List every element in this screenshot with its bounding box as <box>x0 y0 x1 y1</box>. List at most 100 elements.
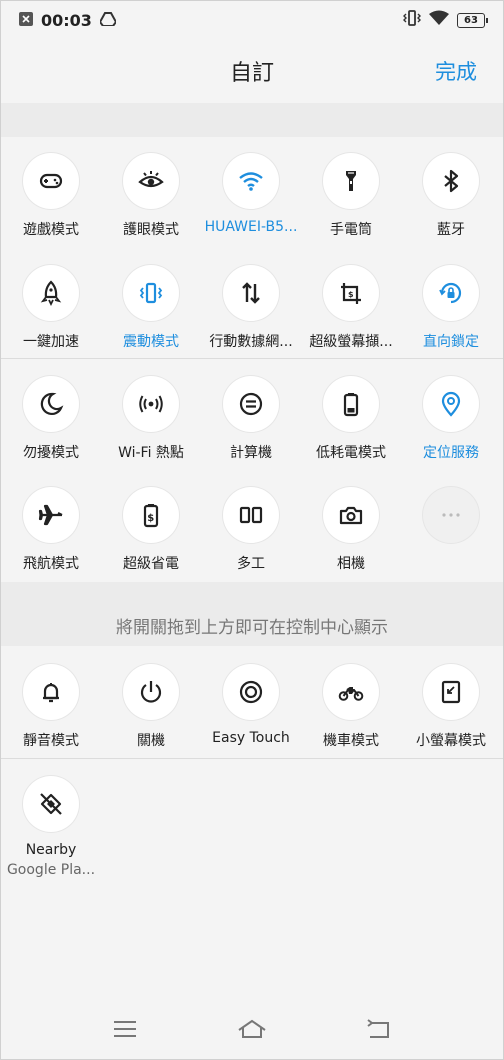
battery-status: 63 <box>457 12 488 28</box>
tile-multitask[interactable]: 多工 <box>201 487 301 573</box>
tile-location[interactable]: 定位服務 <box>401 376 501 462</box>
tile-super-saver[interactable]: $ 超級省電 <box>101 487 201 573</box>
tile-eye[interactable]: 護眼模式 <box>101 153 201 239</box>
page-title: 自訂 <box>229 61 274 86</box>
vibrate-icon <box>139 282 163 304</box>
section-divider <box>1 758 503 759</box>
super-battery-icon: $ <box>143 504 159 528</box>
tile-label: 小螢幕模式 <box>416 733 486 749</box>
back-button[interactable] <box>364 1017 394 1045</box>
eye-icon <box>138 171 164 188</box>
tile-camera[interactable]: 相機 <box>301 487 401 573</box>
nearby-icon <box>40 793 62 815</box>
available-row-1: 靜音模式 關機 Easy Touch 機車模式 小螢幕模式 <box>1 664 503 750</box>
navigation-bar <box>1 1003 503 1059</box>
bluetooth-icon <box>444 169 459 193</box>
more-dots-icon <box>442 513 460 517</box>
location-icon <box>441 391 461 417</box>
rocket-icon <box>40 280 62 306</box>
gamepad-icon <box>39 173 63 189</box>
wifi-status-icon <box>429 10 449 30</box>
bell-icon <box>43 683 59 703</box>
tile-label: 靜音模式 <box>23 733 79 749</box>
tile-power[interactable]: 關機 <box>101 664 201 750</box>
tile-label: 藍牙 <box>437 222 465 238</box>
easy-touch-icon <box>239 680 263 704</box>
notification-x-icon <box>19 11 33 30</box>
tile-label: 勿擾模式 <box>23 445 79 461</box>
home-button[interactable] <box>237 1017 267 1045</box>
tile-label: HUAWEI-B5... <box>204 219 298 235</box>
tile-label: Nearby <box>25 842 77 858</box>
tile-rotation[interactable]: 直向鎖定 <box>401 265 501 351</box>
tile-small-screen[interactable]: 小螢幕模式 <box>401 664 501 750</box>
tile-flashlight[interactable]: 手電筒 <box>301 153 401 239</box>
battery-icon <box>343 393 359 417</box>
top-band <box>1 103 503 137</box>
header: 自訂 完成 <box>1 39 503 103</box>
drag-hint-text: 將開關拖到上方即可在控制中心顯示 <box>116 618 388 638</box>
active-row-2: 一鍵加速 震動模式 行動數據網... $ 超級螢幕擷... 直向鎖定 <box>1 265 503 351</box>
section-divider <box>1 358 503 359</box>
split-screen-icon <box>239 506 263 524</box>
active-row-3: 勿擾模式 Wi-Fi 熱點 計算機 低耗電模式 定位服務 <box>1 376 503 462</box>
tile-silent[interactable]: 靜音模式 <box>1 664 101 750</box>
small-screen-icon <box>441 680 461 704</box>
motorcycle-icon <box>338 687 364 701</box>
tile-label: 計算機 <box>230 445 272 461</box>
tile-dnd[interactable]: 勿擾模式 <box>1 376 101 462</box>
tile-bluetooth[interactable]: 藍牙 <box>401 153 501 239</box>
tile-label: 護眼模式 <box>123 222 179 238</box>
power-icon <box>140 681 162 703</box>
wifi-icon <box>239 172 263 191</box>
tile-label: 手電筒 <box>330 222 372 238</box>
drive-icon <box>98 11 118 30</box>
calculator-icon <box>239 392 263 416</box>
tile-easy-touch[interactable]: Easy Touch <box>201 664 301 750</box>
menu-icon <box>113 1021 136 1037</box>
hotspot-icon <box>139 395 163 413</box>
tile-label: 機車模式 <box>323 733 379 749</box>
tile-label: 行動數據網... <box>209 334 293 350</box>
tile-airplane[interactable]: 飛航模式 <box>1 487 101 573</box>
tile-hotspot[interactable]: Wi-Fi 熱點 <box>101 376 201 462</box>
tile-label: 相機 <box>337 556 365 572</box>
data-arrows-icon <box>242 282 260 304</box>
tile-vibrate[interactable]: 震動模式 <box>101 265 201 351</box>
screenshot-icon: $ <box>341 283 361 304</box>
tile-label: 多工 <box>237 556 265 572</box>
airplane-icon <box>38 504 63 526</box>
status-bar: 00:03 63 <box>1 1 503 39</box>
tile-nearby[interactable]: Nearby Google Pla... <box>1 776 101 878</box>
rotation-lock-icon <box>439 282 462 304</box>
tile-label: 超級省電 <box>123 556 179 572</box>
tile-low-power[interactable]: 低耗電模式 <box>301 376 401 462</box>
tile-label: 關機 <box>137 733 165 749</box>
menu-button[interactable] <box>110 1017 140 1045</box>
tile-more[interactable] <box>401 487 501 573</box>
tile-boost[interactable]: 一鍵加速 <box>1 265 101 351</box>
tile-label: 超級螢幕擷... <box>309 334 393 350</box>
status-time: 00:03 <box>41 10 92 30</box>
tile-label: 直向鎖定 <box>423 334 479 350</box>
moon-icon <box>40 392 64 415</box>
tile-label: 飛航模式 <box>23 556 79 572</box>
tile-label: 一鍵加速 <box>23 334 79 350</box>
tile-gaming[interactable]: 遊戲模式 <box>1 153 101 239</box>
tile-mobile-data[interactable]: 行動數據網... <box>201 265 301 351</box>
active-row-4: 飛航模式 $ 超級省電 多工 相機 <box>1 487 503 573</box>
active-row-1: 遊戲模式 護眼模式 HUAWEI-B5... 手電筒 藍牙 <box>1 153 503 239</box>
vibrate-status-icon <box>403 10 421 30</box>
tile-wifi[interactable]: HUAWEI-B5... <box>201 153 301 239</box>
back-icon <box>367 1019 390 1038</box>
tile-label: 震動模式 <box>123 334 179 350</box>
tile-calculator[interactable]: 計算機 <box>201 376 301 462</box>
tile-motorbike[interactable]: 機車模式 <box>301 664 401 750</box>
flashlight-icon <box>346 171 356 191</box>
svg-text:$: $ <box>147 513 154 524</box>
tile-label: 遊戲模式 <box>23 222 79 238</box>
done-button[interactable]: 完成 <box>435 56 477 86</box>
tile-label: Easy Touch <box>212 730 290 746</box>
tile-label: 定位服務 <box>423 445 479 461</box>
tile-screenshot[interactable]: $ 超級螢幕擷... <box>301 265 401 351</box>
